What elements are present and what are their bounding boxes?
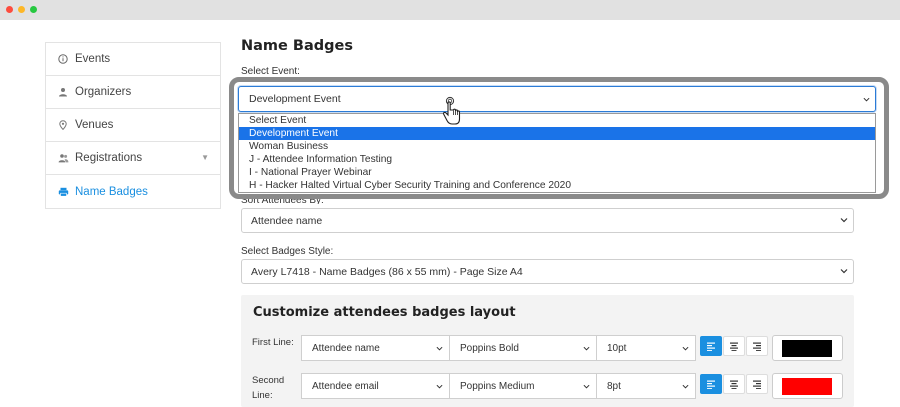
sidebar-item-venues[interactable]: Venues (46, 109, 220, 142)
field-value: Attendee email (312, 380, 379, 392)
second-line-color-picker[interactable] (772, 373, 843, 399)
badges-style-label: Select Badges Style: (241, 246, 334, 257)
second-line-size-select[interactable]: 8pt (596, 373, 696, 399)
chevron-down-icon (583, 384, 590, 389)
map-pin-icon (57, 119, 69, 131)
align-center-icon (730, 342, 738, 351)
first-line-color-picker[interactable] (772, 335, 843, 361)
align-center-button[interactable] (723, 336, 745, 356)
caret-down-icon: ▼ (201, 153, 209, 162)
maximize-window-button[interactable] (30, 6, 37, 13)
customize-title: Customize attendees badges layout (253, 305, 516, 320)
size-value: 10pt (607, 342, 627, 354)
sidebar-item-events[interactable]: Events (46, 43, 220, 76)
size-value: 8pt (607, 380, 621, 392)
align-center-icon (730, 380, 738, 389)
user-icon (57, 86, 69, 98)
chevron-down-icon (436, 346, 443, 351)
users-icon (57, 152, 69, 164)
first-line-label: First Line: (252, 336, 294, 349)
select-event-label: Select Event: (241, 66, 300, 77)
second-line-font-select[interactable]: Poppins Medium (449, 373, 597, 399)
color-swatch (782, 378, 832, 395)
row-label-text: First Line: (252, 337, 294, 348)
sidebar: Events Organizers Venues Registrations ▼… (45, 42, 221, 209)
field-value: Attendee name (312, 342, 380, 354)
sort-attendees-select[interactable]: Attendee name (241, 208, 854, 233)
align-right-button[interactable] (746, 374, 768, 394)
customize-layout-panel: Customize attendees badges layout First … (241, 295, 854, 407)
highlight-frame (229, 77, 889, 199)
sidebar-item-label: Organizers (75, 86, 132, 98)
row-label-text: Line: (252, 390, 273, 401)
row-label-text: Second (252, 375, 285, 386)
main-content: Name Badges Select Event: Sort Attendees… (241, 38, 854, 284)
second-line-field-select[interactable]: Attendee email (301, 373, 450, 399)
color-swatch (782, 340, 832, 357)
hand-pointer-cursor-icon (442, 96, 461, 125)
chevron-down-icon (682, 384, 689, 389)
sort-attendees-value: Attendee name (251, 214, 323, 227)
page-title: Name Badges (241, 38, 353, 54)
sidebar-item-label: Venues (75, 119, 114, 131)
align-left-icon (707, 342, 715, 351)
first-line-size-select[interactable]: 10pt (596, 335, 696, 361)
align-right-icon (753, 380, 761, 389)
chevron-down-icon (682, 346, 689, 351)
align-center-button[interactable] (723, 374, 745, 394)
font-value: Poppins Bold (460, 342, 519, 354)
badges-style-value: Avery L7418 - Name Badges (86 x 55 mm) -… (251, 265, 523, 278)
window-titlebar (0, 0, 900, 20)
sidebar-item-registrations[interactable]: Registrations ▼ (46, 142, 220, 175)
badges-style-select[interactable]: Avery L7418 - Name Badges (86 x 55 mm) -… (241, 259, 854, 284)
sidebar-item-label: Registrations (75, 152, 143, 164)
chevron-down-icon (436, 384, 443, 389)
sidebar-item-label: Events (75, 53, 111, 65)
first-line-field-select[interactable]: Attendee name (301, 335, 450, 361)
chevron-down-icon (583, 346, 590, 351)
second-line-label: Second Line: (252, 374, 284, 402)
sidebar-item-name-badges[interactable]: Name Badges (46, 175, 220, 208)
info-circle-icon (57, 53, 69, 65)
align-left-button[interactable] (700, 374, 722, 394)
chevron-down-icon (840, 218, 848, 223)
align-right-icon (753, 342, 761, 351)
align-right-button[interactable] (746, 336, 768, 356)
minimize-window-button[interactable] (18, 6, 25, 13)
align-left-icon (707, 380, 715, 389)
sidebar-item-organizers[interactable]: Organizers (46, 76, 220, 109)
align-left-button[interactable] (700, 336, 722, 356)
font-value: Poppins Medium (460, 380, 535, 392)
chevron-down-icon (840, 269, 848, 274)
close-window-button[interactable] (6, 6, 13, 13)
printer-icon (57, 186, 69, 198)
first-line-font-select[interactable]: Poppins Bold (449, 335, 597, 361)
sidebar-item-label: Name Badges (75, 185, 148, 198)
